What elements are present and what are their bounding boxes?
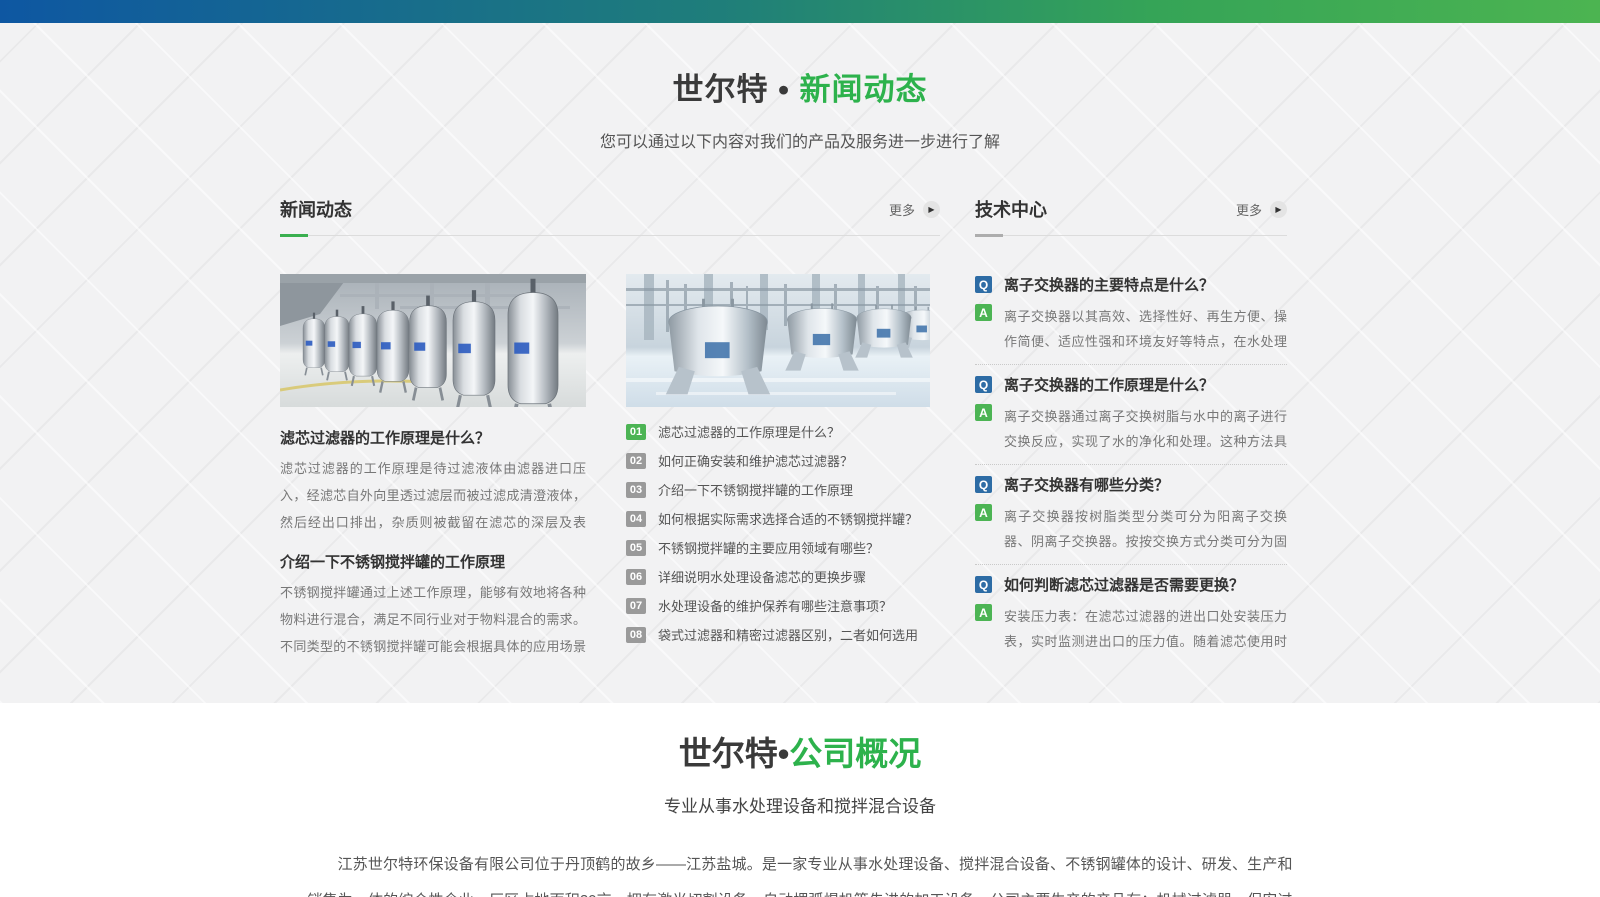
qa-answer-text: 离子交换器通过离子交换树脂与水中的离子进行交换反应，实现了水的净化和处理。这种方…: [1004, 404, 1287, 454]
list-item-text[interactable]: 水处理设备的维护保养有哪些注意事项？: [658, 596, 892, 615]
arrow-right-icon[interactable]: ▶: [1270, 201, 1287, 218]
a-badge-icon: A: [975, 304, 992, 321]
company-overview-section: 世尔特•公司概况 专业从事水处理设备和搅拌混合设备 江苏世尔特环保设备有限公司位…: [0, 703, 1600, 897]
news-more-label[interactable]: 更多: [889, 200, 915, 219]
list-item[interactable]: 03 介绍一下不锈钢搅拌罐的工作原理: [626, 475, 930, 504]
list-number-badge: 07: [626, 598, 646, 614]
list-item[interactable]: 05 不锈钢搅拌罐的主要应用领域有哪些？: [626, 533, 930, 562]
arrow-right-icon[interactable]: ▶: [923, 201, 940, 218]
news-heading: 新闻动态: [280, 196, 352, 222]
news-title-separator: •: [768, 72, 799, 107]
list-number-badge: 08: [626, 627, 646, 643]
list-item-text[interactable]: 如何根据实际需求选择合适的不锈钢搅拌罐？: [658, 509, 918, 528]
list-item[interactable]: 02 如何正确安装和维护滤芯过滤器？: [626, 446, 930, 475]
qa-answer-text: 离子交换器以其高效、选择性好、再生方便、操作简便、适应性强和环境友好等特点，在水…: [1004, 304, 1287, 354]
news-content-row: 滤芯过滤器的工作原理是什么？ 滤芯过滤器的工作原理是待过滤液体由滤器进口压入，经…: [280, 274, 940, 660]
list-item-text[interactable]: 袋式过滤器和精密过滤器区别，二者如何选用: [658, 625, 918, 644]
list-item-text[interactable]: 如何正确安装和维护滤芯过滤器？: [658, 451, 853, 470]
list-number-badge: 03: [626, 482, 646, 498]
qa-list: Q 离子交换器的主要特点是什么？ A 离子交换器以其高效、选择性好、再生方便、操…: [975, 265, 1287, 664]
article-excerpt[interactable]: 不锈钢搅拌罐通过上述工作原理，能够有效地将各种物料进行混合，满足不同行业对于物料…: [280, 579, 586, 660]
list-number-badge: 05: [626, 540, 646, 556]
qa-question-row[interactable]: Q 离子交换器的主要特点是什么？: [975, 274, 1287, 295]
a-badge-icon: A: [975, 404, 992, 421]
news-section: 世尔特 • 新闻动态 您可以通过以下内容对我们的产品及服务进一步进行了解 新闻动…: [0, 23, 1600, 703]
qa-answer-text: 安装压力表：在滤芯过滤器的进出口处安装压力表，实时监测进出口的压力值。随着滤芯使…: [1004, 604, 1287, 654]
list-number-badge: 01: [626, 424, 646, 440]
qa-question-row[interactable]: Q 如何判断滤芯过滤器是否需要更换？: [975, 574, 1287, 595]
q-badge-icon: Q: [975, 276, 992, 293]
three-column-layout: 新闻动态 更多 ▶: [280, 196, 1287, 664]
news-list-column: 01 滤芯过滤器的工作原理是什么？ 02 如何正确安装和维护滤芯过滤器？ 03 …: [626, 274, 930, 660]
qa-answer-text: 离子交换器按树脂类型分类可分为阳离子交换器、阴离子交换器。按按交换方式分类可分为…: [1004, 504, 1287, 554]
about-title-prefix: 世尔特•: [679, 735, 790, 772]
tech-block-header: 技术中心 更多 ▶: [975, 196, 1287, 222]
qa-answer-row: A 离子交换器通过离子交换树脂与水中的离子进行交换反应，实现了水的净化和处理。这…: [975, 404, 1287, 454]
list-item[interactable]: 08 袋式过滤器和精密过滤器区别，二者如何选用: [626, 620, 930, 649]
news-numbered-list: 01 滤芯过滤器的工作原理是什么？ 02 如何正确安装和维护滤芯过滤器？ 03 …: [626, 417, 930, 649]
about-section-subtitle: 专业从事水处理设备和搅拌混合设备: [0, 792, 1600, 817]
news-block: 新闻动态 更多 ▶: [280, 196, 940, 664]
qa-question-row[interactable]: Q 离子交换器有哪些分类？: [975, 474, 1287, 495]
qa-item[interactable]: Q 离子交换器有哪些分类？ A 离子交换器按树脂类型分类可分为阳离子交换器、阴离…: [975, 465, 1287, 565]
company-description-paragraph: 江苏世尔特环保设备有限公司位于丹顶鹤的故乡——江苏盐城。是一家专业从事水处理设备…: [308, 847, 1293, 897]
list-item[interactable]: 06 详细说明水处理设备滤芯的更换步骤: [626, 562, 930, 591]
qa-item[interactable]: Q 离子交换器的工作原理是什么？ A 离子交换器通过离子交换树脂与水中的离子进行…: [975, 365, 1287, 465]
list-item-text[interactable]: 不锈钢搅拌罐的主要应用领域有哪些？: [658, 538, 879, 557]
qa-question-text[interactable]: 离子交换器的主要特点是什么？: [1004, 274, 1214, 295]
qa-answer-row: A 离子交换器以其高效、选择性好、再生方便、操作简便、适应性强和环境友好等特点，…: [975, 304, 1287, 354]
list-item[interactable]: 04 如何根据实际需求选择合适的不锈钢搅拌罐？: [626, 504, 930, 533]
qa-question-row[interactable]: Q 离子交换器的工作原理是什么？: [975, 374, 1287, 395]
qa-answer-row: A 安装压力表：在滤芯过滤器的进出口处安装压力表，实时监测进出口的压力值。随着滤…: [975, 604, 1287, 654]
news-title-prefix: 世尔特: [672, 72, 768, 107]
news-block-header: 新闻动态 更多 ▶: [280, 196, 940, 222]
news-more-link[interactable]: 更多 ▶: [889, 200, 940, 219]
qa-question-text[interactable]: 如何判断滤芯过滤器是否需要更换？: [1004, 574, 1244, 595]
qa-item[interactable]: Q 离子交换器的主要特点是什么？ A 离子交换器以其高效、选择性好、再生方便、操…: [975, 265, 1287, 365]
a-badge-icon: A: [975, 604, 992, 621]
news-section-title: 世尔特 • 新闻动态: [0, 64, 1600, 109]
article-title[interactable]: 滤芯过滤器的工作原理是什么？: [280, 427, 586, 448]
list-number-badge: 04: [626, 511, 646, 527]
qa-answer-row: A 离子交换器按树脂类型分类可分为阳离子交换器、阴离子交换器。按按交换方式分类可…: [975, 504, 1287, 554]
top-gradient-bar: [0, 0, 1600, 23]
list-item-text[interactable]: 滤芯过滤器的工作原理是什么？: [658, 422, 840, 441]
list-item-text[interactable]: 详细说明水处理设备滤芯的更换步骤: [658, 567, 866, 586]
q-badge-icon: Q: [975, 576, 992, 593]
news-divider: [280, 235, 940, 236]
qa-item[interactable]: Q 如何判断滤芯过滤器是否需要更换？ A 安装压力表：在滤芯过滤器的进出口处安装…: [975, 565, 1287, 664]
qa-question-text[interactable]: 离子交换器的工作原理是什么？: [1004, 374, 1214, 395]
q-badge-icon: Q: [975, 376, 992, 393]
about-title-accent: 公司概况: [789, 735, 921, 772]
tech-divider: [975, 235, 1287, 236]
list-item[interactable]: 01 滤芯过滤器的工作原理是什么？: [626, 417, 930, 446]
list-number-badge: 06: [626, 569, 646, 585]
news-image-mixing-vessels[interactable]: [626, 274, 930, 407]
news-image-steel-tanks-row[interactable]: [280, 274, 586, 407]
news-title-accent: 新闻动态: [800, 72, 928, 107]
a-badge-icon: A: [975, 504, 992, 521]
tech-center-block: 技术中心 更多 ▶ Q 离子交换器的主要特点是什么？ A 离子交换器以其高效、选…: [975, 196, 1287, 664]
about-section-title: 世尔特•公司概况: [0, 727, 1600, 775]
list-item[interactable]: 07 水处理设备的维护保养有哪些注意事项？: [626, 591, 930, 620]
list-number-badge: 02: [626, 453, 646, 469]
news-articles-column: 滤芯过滤器的工作原理是什么？ 滤芯过滤器的工作原理是待过滤液体由滤器进口压入，经…: [280, 274, 586, 660]
list-item-text[interactable]: 介绍一下不锈钢搅拌罐的工作原理: [658, 480, 853, 499]
tech-heading: 技术中心: [975, 196, 1047, 222]
article-title[interactable]: 介绍一下不锈钢搅拌罐的工作原理: [280, 551, 586, 572]
qa-question-text[interactable]: 离子交换器有哪些分类？: [1004, 474, 1169, 495]
q-badge-icon: Q: [975, 476, 992, 493]
tech-more-label[interactable]: 更多: [1236, 200, 1262, 219]
news-section-subtitle: 您可以通过以下内容对我们的产品及服务进一步进行了解: [0, 128, 1600, 152]
tech-more-link[interactable]: 更多 ▶: [1236, 200, 1287, 219]
article-excerpt[interactable]: 滤芯过滤器的工作原理是待过滤液体由滤器进口压入，经滤芯自外向里透过滤层而被过滤成…: [280, 455, 586, 536]
